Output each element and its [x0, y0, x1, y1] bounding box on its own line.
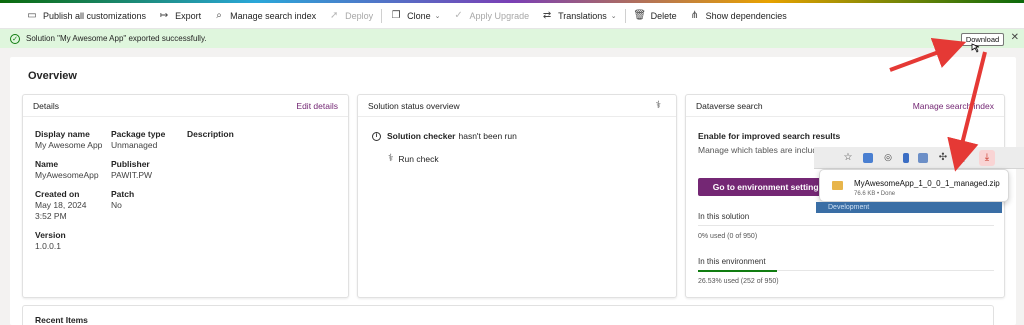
description-label: Description [187, 129, 234, 139]
publisher-value: PAWIT.PW [111, 170, 153, 180]
downloads-panel: MyAwesomeApp_1_0_0_1_managed.zip 76.6 KB… [819, 169, 1009, 202]
publisher-label: Publisher [111, 159, 150, 169]
download-meta: 76.6 KB • Done [854, 191, 896, 197]
in-solution-value: 0% used (0 of 950) [698, 233, 758, 240]
manage-search-index-label: Manage search index [230, 10, 317, 21]
download-icon[interactable]: ⤓ [979, 149, 995, 166]
search-index-icon: ⌕ [216, 10, 222, 21]
manage-search-index-button[interactable]: ⌕ Manage search index [207, 3, 322, 28]
solution-checker-status: i Solution checker hasn't been run [372, 131, 517, 141]
divider [624, 8, 626, 23]
document-icon: ▭ [27, 10, 37, 21]
package-type-value: Unmanaged [111, 140, 158, 150]
in-environment-label: In this environment [698, 257, 766, 266]
divider [381, 8, 383, 23]
clone-button[interactable]: ❐ Clone ⌄ [384, 3, 446, 28]
success-check-icon: ✓ [10, 33, 20, 44]
package-type-label: Package type [111, 129, 166, 139]
in-environment-value: 26.53% used (252 of 950) [698, 278, 779, 285]
delete-label: Delete [650, 10, 677, 21]
edit-details-link[interactable]: Edit details [296, 101, 338, 111]
version-value: 1.0.0.1 [35, 241, 61, 251]
in-solution-label: In this solution [698, 212, 750, 221]
recent-items-card: Recent Items [22, 305, 994, 325]
patch-value: No [111, 200, 122, 210]
chevron-down-icon: ⌄ [610, 12, 617, 20]
dependencies-icon: ⋔ [690, 10, 699, 21]
delete-button[interactable]: 🗑 Delete [628, 3, 683, 28]
translations-label: Translations [558, 10, 607, 21]
browser-toolbar: ☆ ◎ ✣ | ⤓ [814, 147, 1024, 169]
export-label: Export [175, 10, 202, 21]
stethoscope-icon: ⚕ [388, 153, 394, 164]
go-to-environment-settings-button[interactable]: Go to environment settings [698, 178, 838, 196]
details-card: Details Edit details Display name My Awe… [22, 94, 349, 298]
extension-circle-icon[interactable]: ◎ [882, 152, 894, 164]
chevron-down-icon: ⌄ [434, 12, 441, 20]
translations-button[interactable]: ⇄ Translations ⌄ [535, 3, 623, 28]
page-title: Overview [28, 70, 77, 82]
trash-icon: 🗑 [633, 10, 647, 21]
name-value: MyAwesomeApp [35, 170, 99, 180]
puzzle-icon[interactable]: ✣ [937, 152, 949, 164]
created-on-value: May 18, 2024 3:52 PM [35, 200, 87, 221]
publish-all-button[interactable]: ▭ Publish all customizations [20, 3, 152, 28]
command-bar: ▭ Publish all customizations ↦ Export ⌕ … [0, 3, 1024, 29]
solution-checker-label: Solution checker [387, 131, 456, 141]
solution-checker-state: hasn't been run [458, 131, 517, 141]
success-notification: ✓ Solution "My Awesome App" exported suc… [0, 29, 1024, 48]
in-solution-track [698, 225, 994, 226]
apply-upgrade-label: Apply Upgrade [469, 10, 530, 21]
run-check-label: Run check [398, 153, 439, 164]
checkmark-icon: ✓ [454, 10, 463, 21]
download-button[interactable]: Download [961, 33, 1004, 46]
name-label: Name [35, 159, 59, 169]
download-filename[interactable]: MyAwesomeApp_1_0_0_1_managed.zip [854, 179, 1000, 188]
dataverse-subtitle: Enable for improved search results [698, 131, 841, 141]
star-icon[interactable]: ☆ [842, 152, 854, 164]
display-name-value: My Awesome App [35, 140, 103, 150]
extension-icon[interactable] [918, 152, 928, 163]
info-icon: i [372, 131, 381, 141]
separator-icon: | [962, 152, 966, 163]
rocket-icon: ➚ [329, 10, 339, 21]
notification-message: Solution "My Awesome App" exported succe… [26, 34, 207, 43]
run-check-button[interactable]: ⚕ Run check [388, 153, 439, 164]
deploy-label: Deploy [345, 10, 374, 21]
solution-status-card: Solution status overview ⚕ i Solution ch… [357, 94, 677, 298]
recent-items-title: Recent Items [35, 315, 88, 325]
apply-upgrade-button[interactable]: ✓ Apply Upgrade [447, 3, 536, 28]
created-on-label: Created on [35, 189, 80, 199]
export-arrow-icon: ↦ [159, 10, 169, 21]
close-icon[interactable]: ✕ [1011, 32, 1019, 43]
extension-icon[interactable] [903, 152, 909, 163]
clone-label: Clone [407, 10, 431, 21]
display-name-label: Display name [35, 129, 90, 139]
deploy-button[interactable]: ➚ Deploy [322, 3, 379, 28]
in-environment-progress [698, 270, 777, 272]
publish-all-label: Publish all customizations [43, 10, 147, 21]
details-title: Details [33, 100, 59, 111]
patch-label: Patch [111, 189, 135, 199]
translate-icon: ⇄ [542, 10, 552, 21]
manage-search-index-link[interactable]: Manage search index [913, 101, 994, 111]
extension-icon[interactable] [863, 152, 873, 163]
zip-folder-icon [832, 181, 843, 190]
clone-icon: ❐ [391, 10, 401, 21]
export-button[interactable]: ↦ Export [152, 3, 207, 28]
background-strip: Development [816, 202, 1002, 213]
show-dependencies-button[interactable]: ⋔ Show dependencies [683, 3, 793, 28]
show-dependencies-label: Show dependencies [705, 10, 787, 21]
version-label: Version [35, 230, 66, 240]
stethoscope-icon[interactable]: ⚕ [656, 100, 661, 111]
solution-status-title: Solution status overview [368, 100, 460, 111]
dataverse-title: Dataverse search [696, 100, 763, 111]
